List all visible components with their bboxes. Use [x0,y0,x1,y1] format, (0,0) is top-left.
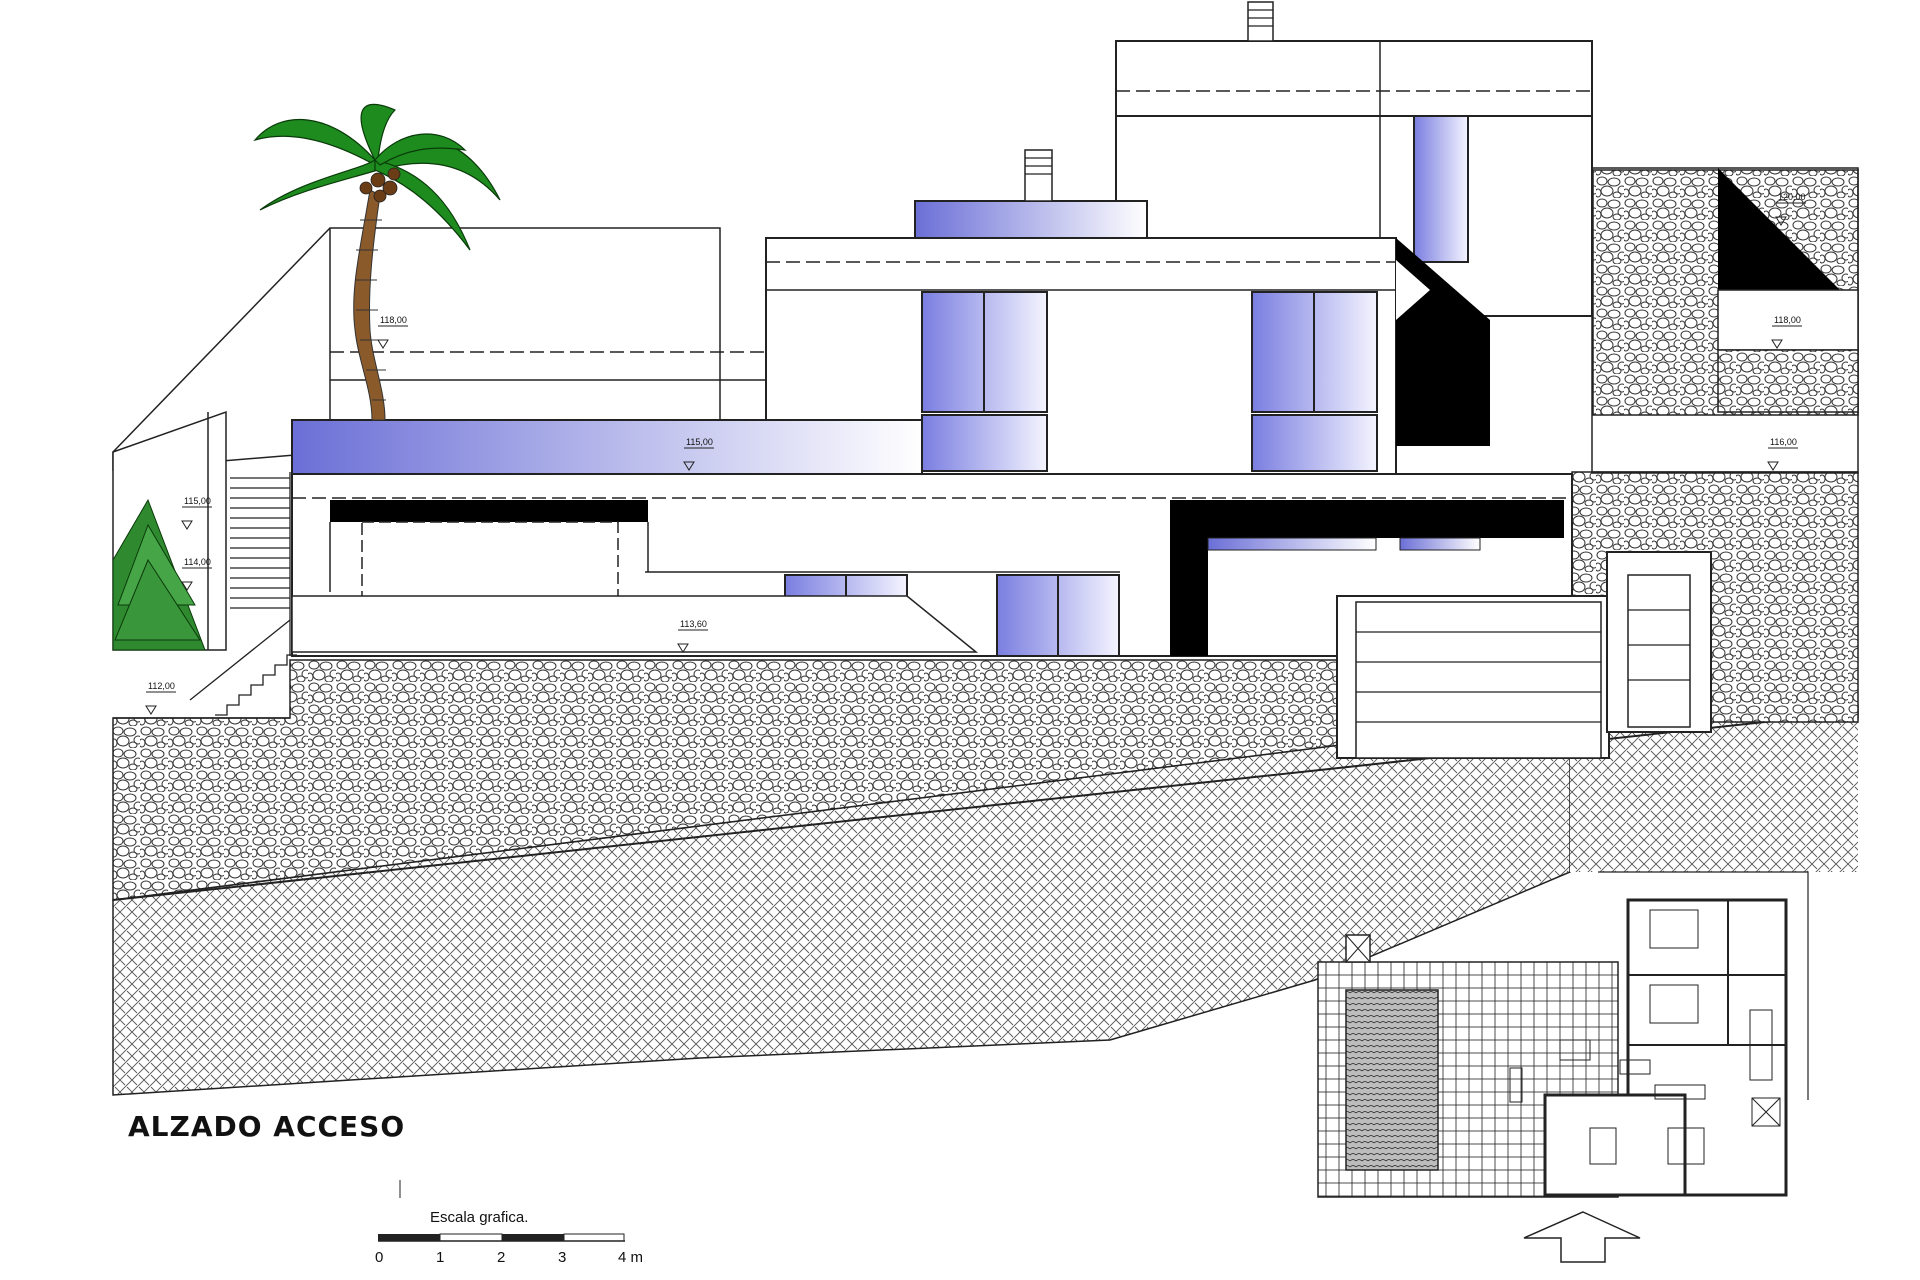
drawing-title: ALZADO ACCESO [128,1110,406,1143]
rooftop-glass-band [914,200,1148,239]
window-upper-left [921,291,1048,472]
window-ground-center [996,574,1120,657]
scale-caption: Escala grafica. [430,1209,528,1226]
window-ground-left [784,574,908,598]
side-door [1627,574,1691,728]
porch-beam [330,500,648,522]
entry-beam [1208,500,1564,538]
terrace-balustrade-glass [291,419,923,475]
elevation-drawing: 118,00 115,00 115,00 114,00 113,60 112,0… [112,1,1859,1266]
svg-text:116,00: 116,00 [1770,437,1797,447]
window-upper-right [1251,291,1378,472]
svg-text:114,00: 114,00 [184,557,211,567]
level-marker: 116,00 [1767,437,1798,471]
level-marker: 112,00 [145,681,176,715]
svg-text:112,00: 112,00 [148,681,175,691]
pool [1345,989,1439,1171]
svg-text:115,00: 115,00 [184,496,211,506]
scale-tick: 4 m [618,1249,643,1266]
svg-text:113,60: 113,60 [680,619,707,629]
upper-tower [1115,40,1593,117]
lower-stairs [215,654,297,716]
scale-tick: 3 [558,1249,566,1266]
entry-column [1170,500,1208,656]
scale-tick: 1 [436,1249,444,1266]
svg-text:118,00: 118,00 [1774,315,1801,325]
svg-text:120,00: 120,00 [1778,192,1806,202]
scale-tick: 0 [375,1249,383,1266]
svg-text:118,00: 118,00 [380,315,407,325]
stairs [230,472,291,656]
svg-text:115,00: 115,00 [686,437,713,447]
scale-bar: Escala grafica. 0 1 2 3 4 m [375,1180,643,1266]
chimney-top [1247,1,1274,42]
scale-tick: 2 [497,1249,505,1266]
garage-door [1355,601,1602,759]
tower-window [1413,115,1469,263]
ramp [291,595,979,653]
access-direction-arrow [1523,1211,1641,1263]
